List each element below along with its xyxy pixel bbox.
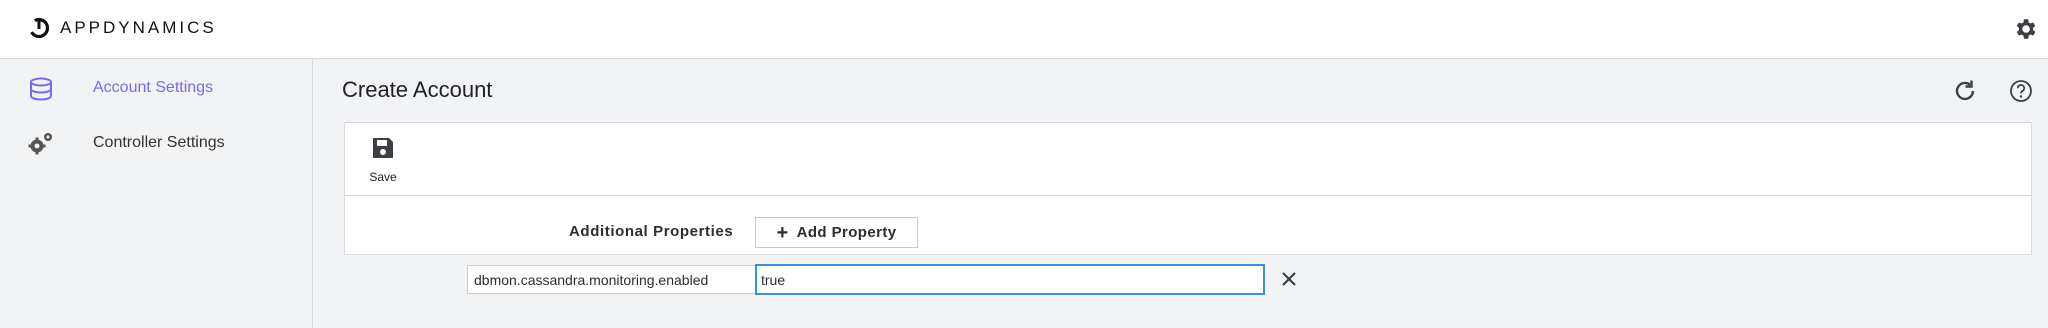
- property-value-input[interactable]: [755, 264, 1265, 295]
- add-property-label: Add Property: [796, 224, 897, 241]
- save-icon: [373, 138, 393, 158]
- form-panel: Save Additional Properties + Add Propert…: [344, 122, 2032, 295]
- plus-icon: +: [776, 221, 789, 244]
- toolbar: Save: [345, 123, 2031, 196]
- top-bar: APPDYNAMICS: [0, 0, 2048, 59]
- page-title: Create Account: [342, 77, 493, 102]
- sidebar-item-label: Account Settings: [93, 79, 214, 96]
- property-key-input[interactable]: [467, 265, 759, 294]
- refresh-icon[interactable]: [1952, 78, 1978, 104]
- sidebar-item-controller-settings[interactable]: Controller Settings: [0, 118, 313, 168]
- sidebar-item-label: Controller Settings: [93, 134, 225, 151]
- gears-icon: [28, 133, 52, 155]
- logo[interactable]: APPDYNAMICS: [28, 17, 217, 39]
- sidebar: Account Settings Controller Settings: [0, 59, 313, 328]
- add-property-button[interactable]: + Add Property: [755, 217, 918, 248]
- close-icon[interactable]: [1279, 269, 1299, 289]
- gear-icon[interactable]: [2012, 16, 2038, 42]
- brand-name: APPDYNAMICS: [60, 18, 217, 37]
- appdynamics-logo-icon: [28, 17, 50, 39]
- database-icon: [30, 77, 52, 101]
- help-icon[interactable]: [2008, 78, 2034, 104]
- main-content: Create Account Save Additional Propertie…: [314, 59, 2048, 328]
- save-label: Save: [369, 170, 397, 184]
- additional-properties-label: Additional Properties: [569, 223, 734, 240]
- save-button[interactable]: Save: [361, 135, 405, 184]
- sidebar-item-account-settings[interactable]: Account Settings: [0, 63, 313, 113]
